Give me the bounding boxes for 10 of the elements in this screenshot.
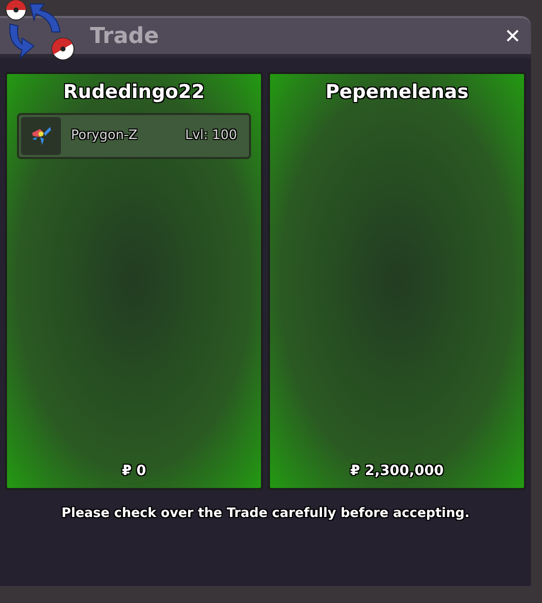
creature-level: Lvl: 100 <box>185 126 237 145</box>
trader-name: Pepemelenas <box>325 80 469 105</box>
money-amount: ₽ 2,300,000 <box>350 462 444 481</box>
money-amount: ₽ 0 <box>122 462 146 481</box>
notice-text: Please check over the Trade carefully before accepting. <box>60 505 471 523</box>
trader-name: Rudedingo22 <box>63 80 205 105</box>
window-title: Trade <box>90 22 159 50</box>
offered-creature-row[interactable]: Porygon-Z Lvl: 100 <box>17 112 251 158</box>
creature-name: Porygon-Z <box>71 126 138 145</box>
close-button[interactable]: ✕ <box>504 26 521 46</box>
